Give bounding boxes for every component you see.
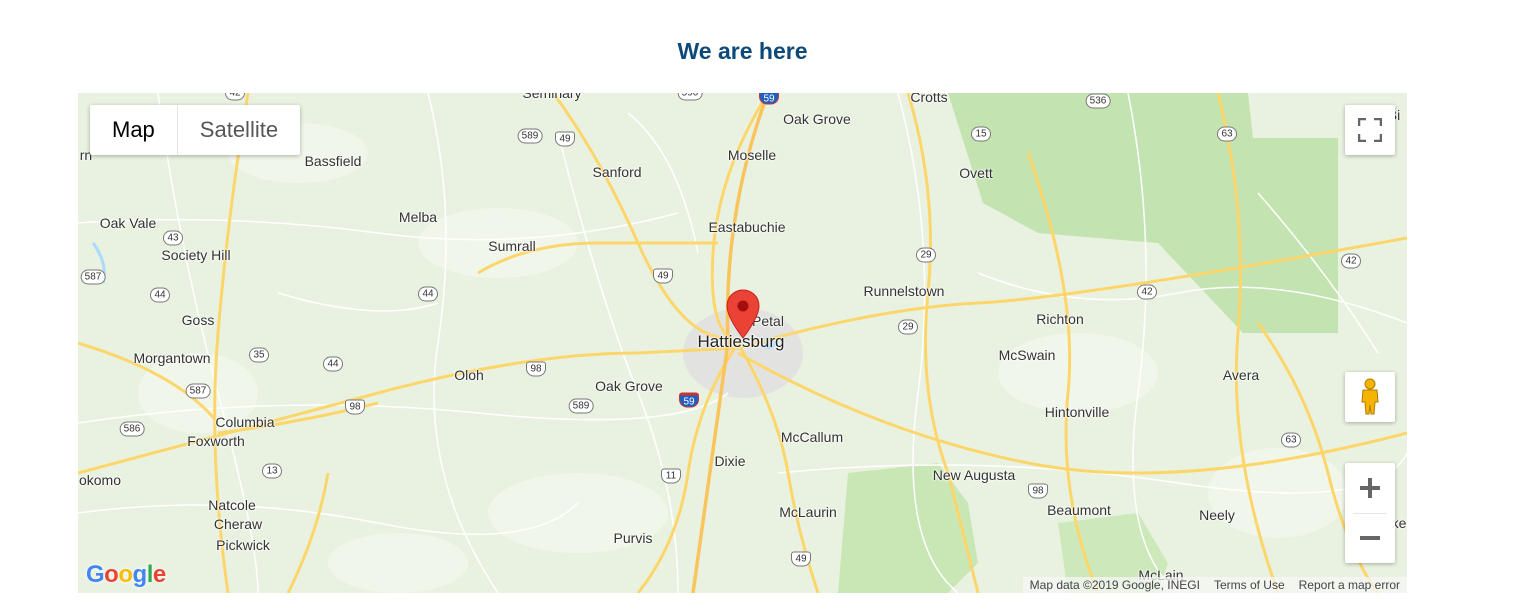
us-route-shield: 49 [791, 551, 811, 567]
us-route-shield: 49 [555, 131, 575, 147]
interstate-shield: 59 [679, 392, 699, 408]
us-route-shield: 11 [661, 468, 681, 484]
map-type-satellite-button[interactable]: Satellite [178, 105, 300, 155]
zoom-out-button[interactable] [1345, 513, 1395, 563]
us-route-shield: 98 [345, 399, 365, 415]
route-shield: 42 [1341, 253, 1361, 269]
route-shield: 63 [1217, 126, 1237, 142]
route-shield: 44 [150, 287, 170, 303]
route-shield: 13 [262, 463, 282, 479]
place-label: Sumrall [488, 238, 536, 254]
google-logo[interactable]: Google [86, 561, 166, 589]
route-shield: 587 [185, 383, 211, 399]
fullscreen-icon [1358, 118, 1382, 142]
place-label: Avera [1222, 367, 1260, 383]
route-shield: 35 [249, 347, 269, 363]
route-shield: 43 [163, 230, 183, 246]
route-shield: 42 [1137, 284, 1157, 300]
route-shield: 44 [323, 356, 343, 372]
place-label: Hintonville [1044, 404, 1110, 420]
route-shield: 587 [80, 269, 106, 285]
place-label: Morgantown [133, 350, 211, 366]
place-label: Pickwick [216, 537, 270, 553]
place-label: Society Hill [161, 247, 231, 263]
street-view-pegman-button[interactable] [1345, 372, 1395, 422]
route-shield: 44 [418, 286, 438, 302]
place-label: Columbia [215, 414, 275, 430]
zoom-in-button[interactable] [1345, 463, 1395, 513]
place-label: Oloh [454, 367, 484, 383]
place-label: McLaurin [779, 504, 837, 520]
plus-icon [1360, 478, 1380, 498]
route-shield: 590 [677, 93, 703, 101]
place-label: Neely [1199, 507, 1235, 523]
place-label: McCallum [780, 429, 844, 445]
place-label: Seminary [522, 93, 582, 101]
place-label: Richton [1036, 311, 1084, 327]
map-type-control: Map Satellite [90, 105, 301, 155]
place-label: okomo [78, 472, 122, 488]
location-marker-icon[interactable] [726, 289, 760, 339]
place-label: Sanford [592, 164, 642, 180]
minus-icon [1360, 536, 1380, 540]
us-route-shield: 49 [653, 268, 673, 284]
zoom-divider [1353, 513, 1387, 514]
section-title: We are here [677, 38, 808, 64]
route-shield: 29 [898, 319, 918, 335]
place-label: Moselle [727, 147, 777, 163]
map-data-attribution: Map data ©2019 Google, INEGI [1029, 578, 1200, 592]
place-label: Ovett [959, 165, 993, 181]
place-label: New Augusta [932, 467, 1016, 483]
place-label: Oak Vale [99, 215, 157, 231]
report-map-error-link[interactable]: Report a map error [1292, 577, 1407, 593]
route-shield: 29 [916, 247, 936, 263]
place-label: Cheraw [213, 516, 263, 532]
place-label: Melba [398, 209, 438, 225]
place-label: Goss [181, 312, 215, 328]
map-canvas[interactable]: Seminary Oak Grove Crotts Bassfield Mose… [78, 93, 1407, 593]
terms-of-use-link[interactable]: Terms of Use [1207, 577, 1292, 593]
route-shield: 589 [568, 398, 594, 414]
route-shield: 63 [1281, 432, 1301, 448]
place-label: Eastabuchie [708, 219, 786, 235]
place-label: Beaumont [1047, 502, 1111, 518]
place-label: Oak Grove [783, 111, 851, 127]
map-attribution-bar: Map data ©2019 Google, INEGI Terms of Us… [1022, 577, 1407, 593]
route-shield: 536 [1085, 93, 1111, 109]
map-type-map-button[interactable]: Map [90, 105, 178, 155]
place-label: Purvis [613, 530, 653, 546]
us-route-shield: 98 [1028, 483, 1048, 499]
place-label: Bassfield [304, 153, 362, 169]
place-label: McSwain [998, 347, 1056, 363]
place-label: Foxworth [187, 433, 245, 449]
place-label: Dixie [714, 453, 746, 469]
us-route-shield: 98 [526, 361, 546, 377]
place-label: Oak Grove [595, 378, 663, 394]
route-shield: 15 [971, 126, 991, 142]
place-label: Runnelstown [863, 283, 945, 299]
zoom-control [1345, 463, 1395, 563]
route-shield: 589 [517, 128, 543, 144]
fullscreen-button[interactable] [1345, 105, 1395, 155]
pegman-icon [1361, 378, 1379, 415]
place-label: Crotts [910, 93, 948, 105]
place-label: Natcole [208, 497, 256, 513]
route-shield: 586 [119, 421, 145, 437]
